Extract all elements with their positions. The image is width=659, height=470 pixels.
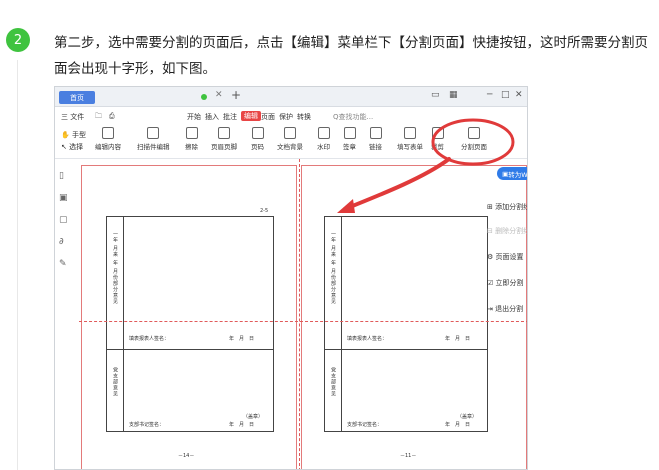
signature-label: 支部书记签名： bbox=[347, 422, 383, 428]
tool-link[interactable]: 链接 bbox=[369, 127, 382, 151]
menu-item-protect[interactable]: 保护 bbox=[279, 112, 293, 122]
background-icon bbox=[284, 127, 296, 139]
menu-file[interactable]: 三 文件 bbox=[61, 112, 84, 122]
thumbnail-icon[interactable]: ▣ bbox=[59, 193, 79, 203]
page-number-icon bbox=[251, 127, 264, 139]
toolbar: ✋ 手型 ↖ 选择 编辑内容 扫描件编辑 擦除 页眉页脚 页码 文档背景 水印 … bbox=[55, 125, 527, 159]
date-label: 年 月 日 bbox=[445, 336, 471, 342]
select-tool[interactable]: ↖ 选择 bbox=[61, 141, 86, 153]
comment-icon[interactable]: ▢ bbox=[59, 215, 79, 225]
menu-item-comment[interactable]: 批注 bbox=[223, 112, 237, 122]
search-input[interactable]: Q查找功能... bbox=[333, 112, 373, 122]
menu-item-convert[interactable]: 转换 bbox=[297, 112, 311, 122]
layout-icon[interactable]: ▭ bbox=[431, 90, 440, 100]
date-label: 年 月 日 bbox=[229, 422, 255, 428]
page-number: －14－ bbox=[178, 453, 195, 459]
print-icon[interactable]: ⎙ bbox=[109, 112, 115, 121]
hand-tool[interactable]: ✋ 手型 bbox=[61, 129, 86, 141]
menu-item-edit[interactable]: 编辑 bbox=[241, 111, 261, 121]
tool-page-number[interactable]: 页码 bbox=[251, 127, 264, 151]
header-footer-icon bbox=[218, 127, 230, 139]
exit-split-button[interactable]: ⇥ 退出分割 bbox=[487, 304, 523, 314]
page-left[interactable]: 2-5 一年 月来 年 月份部分意见 党支部意见 填表报表人签名： 年 月 日 … bbox=[81, 165, 297, 469]
tool-background[interactable]: 文档背景 bbox=[277, 127, 303, 151]
form-sheet: 一年 月来 年 月份部分意见 党支部意见 填表报表人签名： 年 月 日 （盖章）… bbox=[324, 216, 488, 432]
split-page-icon bbox=[468, 127, 480, 139]
menu-item-insert[interactable]: 插入 bbox=[205, 112, 219, 122]
status-dot-icon bbox=[201, 94, 207, 100]
page-number: －11－ bbox=[400, 453, 417, 459]
delete-split-line-button[interactable]: ⊟ 删除分割线 bbox=[487, 226, 527, 236]
tool-split-page[interactable]: 分割页面 bbox=[461, 127, 487, 151]
signature-icon[interactable]: ✎ bbox=[59, 259, 79, 269]
tab-home[interactable]: 首页 bbox=[59, 91, 95, 104]
signature-label: 填表报表人签名： bbox=[347, 336, 388, 342]
title-bar: 首页 ✕ + ▭ ▦ ─ □ ✕ bbox=[55, 87, 527, 107]
app-screenshot: 首页 ✕ + ▭ ▦ ─ □ ✕ 三 文件 🗀 ⎙ 开始 插入 批注 编辑 页面… bbox=[54, 86, 528, 470]
page-label: 2-5 bbox=[260, 208, 269, 214]
tool-fill-form[interactable]: 填写表单 bbox=[397, 127, 423, 151]
step-divider bbox=[17, 60, 18, 470]
hand-select-group: ✋ 手型 ↖ 选择 bbox=[61, 129, 86, 153]
stamp-icon bbox=[343, 127, 356, 139]
close-tab-icon[interactable]: ✕ bbox=[215, 90, 223, 100]
document-area: 2-5 一年 月来 年 月份部分意见 党支部意见 填表报表人签名： 年 月 日 … bbox=[79, 159, 527, 469]
seal-label: （盖章） bbox=[243, 414, 264, 420]
close-icon[interactable]: ✕ bbox=[515, 90, 523, 100]
date-label: 年 月 日 bbox=[445, 422, 471, 428]
instruction-text: 第二步，选中需要分割的页面后，点击【编辑】菜单栏下【分割页面】快捷按钮，这时所需… bbox=[54, 35, 648, 77]
form-section-label: 党支部意见 bbox=[112, 367, 118, 397]
edit-content-icon bbox=[102, 127, 114, 139]
tool-header-footer[interactable]: 页眉页脚 bbox=[211, 127, 237, 151]
menu-bar: 三 文件 🗀 ⎙ 开始 插入 批注 编辑 页面 保护 转换 Q查找功能... bbox=[55, 107, 527, 125]
crop-icon bbox=[431, 127, 444, 139]
tool-crop[interactable]: 裁剪 bbox=[431, 127, 444, 151]
menu-item-start[interactable]: 开始 bbox=[187, 112, 201, 122]
scan-edit-icon bbox=[147, 127, 160, 139]
tool-watermark[interactable]: 水印 bbox=[317, 127, 330, 151]
left-sidebar: ▯ ▣ ▢ ∂ ✎ bbox=[55, 159, 79, 469]
add-split-line-button[interactable]: ⊞ 添加分割线 bbox=[487, 202, 527, 212]
grid-icon[interactable]: ▦ bbox=[449, 90, 458, 100]
tool-scan-edit[interactable]: 扫描件编辑 bbox=[137, 127, 170, 151]
convert-to-word-button[interactable]: ▣ 转为Word bbox=[497, 167, 527, 180]
folder-icon[interactable]: 🗀 bbox=[95, 112, 102, 123]
watermark-icon bbox=[317, 127, 330, 139]
signature-label: 支部书记签名： bbox=[129, 422, 165, 428]
bookmark-icon[interactable]: ▯ bbox=[59, 171, 79, 181]
date-label: 年 月 日 bbox=[229, 336, 255, 342]
step-badge: 2 bbox=[6, 28, 30, 52]
split-now-button[interactable]: ☑ 立即分割 bbox=[487, 278, 524, 288]
form-icon bbox=[404, 127, 416, 139]
split-line-vertical[interactable] bbox=[299, 159, 300, 469]
menu-item-page[interactable]: 页面 bbox=[261, 112, 275, 122]
minimize-icon[interactable]: ─ bbox=[487, 90, 492, 100]
form-section-label: 一年 月来 年 月份部分意见 bbox=[112, 231, 118, 305]
tool-stamp[interactable]: 签章 bbox=[343, 127, 356, 151]
form-sheet: 一年 月来 年 月份部分意见 党支部意见 填表报表人签名： 年 月 日 （盖章）… bbox=[106, 216, 274, 432]
attachment-icon[interactable]: ∂ bbox=[59, 237, 79, 247]
form-section-label: 一年 月来 年 月份部分意见 bbox=[330, 231, 336, 305]
page-settings-button[interactable]: ⚙ 页面设置 bbox=[487, 252, 524, 262]
tool-edit-content[interactable]: 编辑内容 bbox=[95, 127, 121, 151]
form-section-label: 党支部意见 bbox=[330, 367, 336, 397]
maximize-icon[interactable]: □ bbox=[501, 90, 510, 100]
split-line-horizontal[interactable] bbox=[79, 321, 527, 322]
new-tab-icon[interactable]: + bbox=[231, 88, 241, 102]
eraser-icon bbox=[185, 127, 198, 139]
signature-label: 填表报表人签名： bbox=[129, 336, 170, 342]
link-icon bbox=[369, 127, 382, 139]
seal-label: （盖章） bbox=[457, 414, 478, 420]
tool-erase[interactable]: 擦除 bbox=[185, 127, 198, 151]
